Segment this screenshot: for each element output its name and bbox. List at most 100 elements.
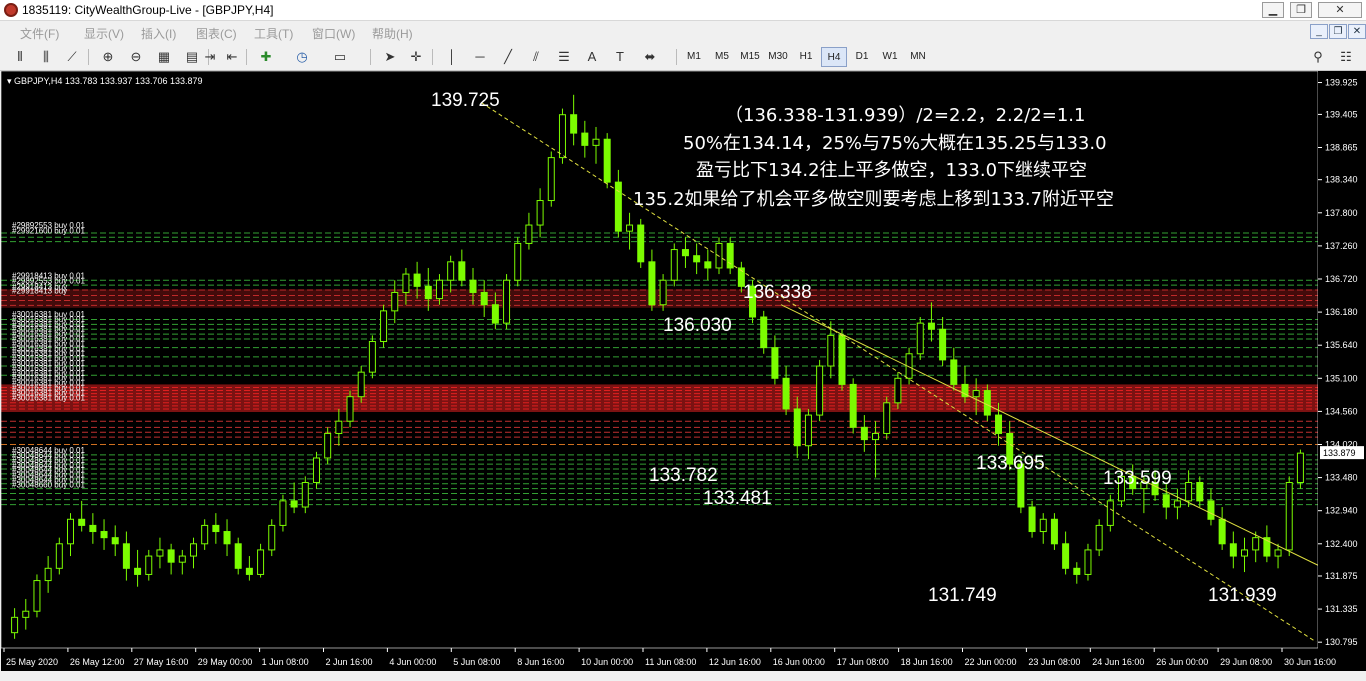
line-chart-icon[interactable]: ⟋ bbox=[62, 47, 82, 67]
price-annotation: 131.749 bbox=[928, 585, 997, 606]
periods-clock-icon[interactable]: ◷ bbox=[292, 47, 312, 67]
minimize-button[interactable]: ▁ bbox=[1262, 2, 1284, 18]
timeframe-m1[interactable]: M1 bbox=[681, 47, 707, 67]
x-tick-label: 29 May 00:00 bbox=[198, 657, 253, 667]
candle-body bbox=[1285, 481, 1293, 551]
timeframe-h1[interactable]: H1 bbox=[793, 47, 819, 67]
candle-body bbox=[782, 377, 790, 410]
candle-body bbox=[939, 328, 947, 361]
y-tick-label: 130.795 bbox=[1325, 637, 1358, 647]
x-tick-label: 10 Jun 00:00 bbox=[581, 657, 633, 667]
search-icon[interactable]: ⚲ bbox=[1308, 47, 1328, 67]
candle-body bbox=[1296, 452, 1304, 483]
y-tick-label: 135.100 bbox=[1325, 373, 1358, 383]
templates-icon[interactable]: ▭ bbox=[330, 47, 350, 67]
menu-insert[interactable]: 插入(I) bbox=[141, 25, 176, 42]
menu-view[interactable]: 显示(V) bbox=[84, 25, 124, 42]
zoom-out-icon[interactable]: ⊖ bbox=[126, 47, 146, 67]
toolbar: ⫴ ⫼ ⟋ ⊕ ⊖ ▦ ▤ ⇥ ⇤ ✚ ◷ ▭ ➤ ✛ │ ─ ╱ ⫽ ☰ A … bbox=[0, 43, 1366, 71]
mdi-restore-button[interactable]: ❐ bbox=[1329, 24, 1347, 39]
candle-body bbox=[927, 322, 935, 330]
candle-body bbox=[447, 261, 455, 281]
timeframe-w1[interactable]: W1 bbox=[877, 47, 903, 67]
candle-body bbox=[816, 365, 824, 416]
timeframe-h4[interactable]: H4 bbox=[821, 47, 847, 67]
price-annotation: 136.338 bbox=[743, 282, 812, 303]
symbol-header: ▾ GBPJPY,H4 133.783 133.937 133.706 133.… bbox=[7, 76, 203, 86]
timeframe-d1[interactable]: D1 bbox=[849, 47, 875, 67]
y-tick-label: 131.875 bbox=[1325, 571, 1358, 581]
candle-body bbox=[525, 224, 533, 244]
red-zone-upper bbox=[1, 289, 1318, 308]
y-tick-label: 134.560 bbox=[1325, 406, 1358, 416]
candle-body bbox=[424, 285, 432, 300]
restore-button[interactable]: ❐ bbox=[1290, 2, 1312, 18]
timeframe-m15[interactable]: M15 bbox=[737, 47, 763, 67]
menu-tools[interactable]: 工具(T) bbox=[254, 25, 293, 42]
y-tick-label: 137.800 bbox=[1325, 208, 1358, 218]
candle-body bbox=[22, 610, 30, 618]
bar-chart-icon[interactable]: ⫴ bbox=[10, 47, 30, 67]
candle-body bbox=[1062, 543, 1070, 569]
candle-body bbox=[1106, 500, 1114, 526]
y-tick-label: 136.180 bbox=[1325, 307, 1358, 317]
mdi-close-button[interactable]: ✕ bbox=[1348, 24, 1366, 39]
menu-window[interactable]: 窗口(W) bbox=[312, 25, 355, 42]
candle-body bbox=[413, 273, 421, 287]
candle-body bbox=[100, 531, 108, 539]
candle-body bbox=[793, 408, 801, 447]
community-icon[interactable]: ☷ bbox=[1336, 47, 1356, 67]
autoscroll-icon[interactable]: ⇥ bbox=[200, 47, 220, 67]
close-button[interactable]: ✕ bbox=[1318, 2, 1362, 18]
candle-body bbox=[346, 396, 354, 422]
equidistant-channel-icon[interactable]: ⫽ bbox=[526, 47, 546, 67]
candle-body bbox=[1162, 494, 1170, 508]
candle-body bbox=[201, 524, 209, 545]
x-tick-label: 17 Jun 08:00 bbox=[837, 657, 889, 667]
chart-canvas[interactable]: 139.925 139.405 138.865 138.340 137.800 137.2… bbox=[1, 71, 1366, 671]
plot-border bbox=[1, 71, 1319, 649]
x-tick-label: 27 May 16:00 bbox=[134, 657, 189, 667]
analysis-annotation: 135.2如果给了机会平多做空则要考虑上移到133.7附近平空 bbox=[633, 189, 1114, 210]
tile-windows-icon[interactable]: ▦ bbox=[154, 47, 174, 67]
price-annotation: 131.939 bbox=[1208, 585, 1277, 606]
price-chart[interactable]: 139.925 139.405 138.865 138.340 137.800 137.2… bbox=[1, 71, 1366, 671]
indicators-icon[interactable]: ✚ bbox=[256, 47, 276, 67]
crosshair-icon[interactable]: ✛ bbox=[406, 47, 426, 67]
candle-body bbox=[581, 132, 589, 146]
candle-body bbox=[894, 377, 902, 404]
arrows-icon[interactable]: ⬌ bbox=[640, 47, 660, 67]
timeframe-mn[interactable]: MN bbox=[905, 47, 931, 67]
y-tick-label: 133.480 bbox=[1325, 473, 1358, 483]
timeframe-m5[interactable]: M5 bbox=[709, 47, 735, 67]
candle-body bbox=[458, 261, 466, 281]
menu-chart[interactable]: 图表(C) bbox=[196, 25, 237, 42]
price-annotation: 133.481 bbox=[703, 488, 772, 509]
menu-file[interactable]: 文件(F) bbox=[20, 25, 59, 42]
candle-chart-icon[interactable]: ⫼ bbox=[36, 47, 56, 67]
candle-body bbox=[189, 543, 197, 557]
x-tick-label: 29 Jun 08:00 bbox=[1220, 657, 1272, 667]
fibonacci-icon[interactable]: ☰ bbox=[554, 47, 574, 67]
zoom-in-icon[interactable]: ⊕ bbox=[98, 47, 118, 67]
y-tick-label: 136.720 bbox=[1325, 274, 1358, 284]
x-tick-label: 12 Jun 16:00 bbox=[709, 657, 761, 667]
chart-shift-icon[interactable]: ⇤ bbox=[222, 47, 242, 67]
candle-body bbox=[592, 138, 600, 146]
candle-body bbox=[145, 555, 153, 575]
menu-help[interactable]: 帮助(H) bbox=[372, 25, 413, 42]
horizontal-line-icon[interactable]: ─ bbox=[470, 47, 490, 67]
candle-body bbox=[614, 181, 622, 232]
vertical-line-icon[interactable]: │ bbox=[442, 47, 462, 67]
app-logo-icon bbox=[4, 3, 18, 17]
text-tool-icon[interactable]: A bbox=[582, 47, 602, 67]
candle-body bbox=[279, 500, 287, 526]
cursor-icon[interactable]: ➤ bbox=[380, 47, 400, 67]
candle-body bbox=[469, 279, 477, 293]
x-tick-label: 18 Jun 16:00 bbox=[901, 657, 953, 667]
candle-body bbox=[860, 426, 868, 441]
timeframe-m30[interactable]: M30 bbox=[765, 47, 791, 67]
mdi-minimize-button[interactable]: _ bbox=[1310, 24, 1328, 39]
text-label-icon[interactable]: T bbox=[610, 47, 630, 67]
trendline-icon[interactable]: ╱ bbox=[498, 47, 518, 67]
